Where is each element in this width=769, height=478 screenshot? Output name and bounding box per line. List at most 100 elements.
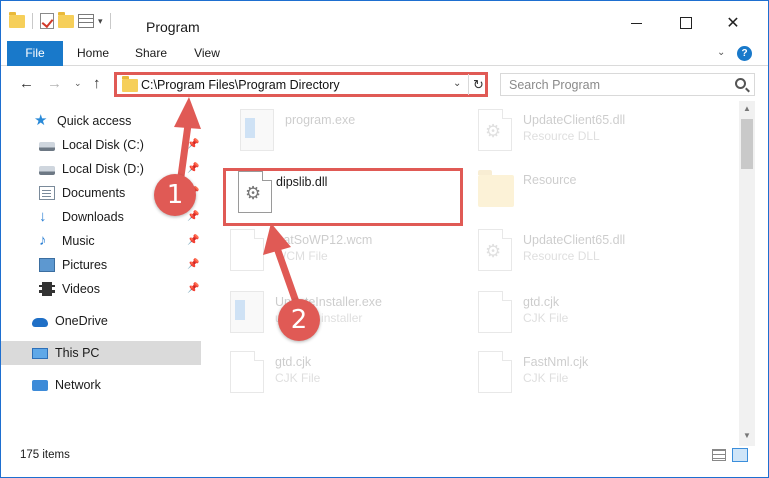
- large-icons-view-icon[interactable]: [732, 448, 748, 462]
- window-title: Program: [146, 19, 200, 35]
- file-name: BatSoWP12.wcm: [275, 233, 373, 247]
- sidebar-item-label: Documents: [62, 186, 126, 200]
- sidebar-item-network[interactable]: Network: [1, 373, 201, 397]
- step-2-marker: 2: [278, 299, 320, 341]
- file-item[interactable]: FastNml.cjk CJK File: [454, 345, 694, 401]
- highlight-box: [223, 168, 463, 226]
- file-type: WCM File: [275, 249, 328, 263]
- sidebar-item-label: OneDrive: [55, 314, 108, 328]
- exe-icon: [240, 109, 274, 151]
- customize-toolbar-dropdown[interactable]: ▾: [98, 16, 103, 27]
- dll-gear-icon: [478, 109, 512, 151]
- file-icon: [478, 351, 512, 393]
- pin-icon[interactable]: 📌: [187, 139, 199, 150]
- scroll-down-arrow-icon[interactable]: ▼: [743, 431, 751, 440]
- sidebar-item-onedrive[interactable]: OneDrive: [1, 309, 201, 333]
- details-view-icon[interactable]: [712, 449, 726, 461]
- quick-access-toolbar: ▾: [9, 11, 114, 31]
- tab-home[interactable]: Home: [69, 41, 117, 66]
- exe-icon: [230, 291, 264, 333]
- file-item[interactable]: UpdateClient65.dll Resource DLL: [454, 223, 694, 279]
- disk-icon: [39, 166, 55, 175]
- close-button[interactable]: ✕: [723, 13, 743, 33]
- file-item[interactable]: BatSoWP12.wcm WCM File: [206, 223, 446, 279]
- sidebar-item-label: Local Disk (D:): [62, 162, 144, 176]
- cloud-icon: [32, 318, 48, 327]
- sidebar-item-this-pc[interactable]: This PC: [1, 341, 201, 365]
- file-icon: [478, 291, 512, 333]
- tab-file[interactable]: File: [7, 41, 63, 66]
- folder-icon: [478, 170, 514, 207]
- file-item[interactable]: program.exe: [216, 103, 456, 159]
- minimize-button[interactable]: [626, 13, 646, 33]
- title-bar: ▾ Program ✕: [1, 1, 768, 41]
- new-folder-icon[interactable]: [58, 11, 74, 28]
- file-item[interactable]: gtd.cjk CJK File: [206, 345, 446, 401]
- pin-icon[interactable]: 📌: [187, 211, 199, 222]
- pin-icon[interactable]: 📌: [187, 235, 199, 246]
- download-icon: ↓: [39, 208, 47, 225]
- sidebar-item-label: Network: [55, 378, 101, 392]
- step-1-marker: 1: [154, 174, 196, 216]
- file-name: gtd.cjk: [523, 295, 560, 309]
- ribbon-tabs: File Home Share View ⌄ ?: [1, 41, 768, 66]
- videos-icon: [39, 282, 55, 296]
- file-name: gtd.cjk: [275, 355, 312, 369]
- properties-check-icon[interactable]: [40, 13, 54, 29]
- scroll-up-arrow-icon[interactable]: ▲: [743, 104, 751, 113]
- file-type: CJK File: [523, 371, 569, 385]
- sidebar-item-label: Quick access: [57, 114, 132, 128]
- refresh-button[interactable]: ↻: [468, 74, 488, 95]
- file-type: CJK File: [275, 371, 321, 385]
- pin-icon[interactable]: 📌: [187, 259, 199, 270]
- expand-ribbon-chevron-icon[interactable]: ⌄: [717, 47, 725, 58]
- recent-locations-dropdown[interactable]: ⌄: [74, 78, 82, 89]
- maximize-button[interactable]: [676, 13, 696, 33]
- address-bar[interactable]: C:\Program Files\Program Directory ⌄ ↻: [114, 72, 488, 97]
- sidebar-item-label: Local Disk (C:): [62, 138, 144, 152]
- file-name: Resource: [523, 173, 577, 187]
- scrollbar-thumb[interactable]: [741, 119, 753, 169]
- file-item[interactable]: UpdateClient65.dll Resource DLL: [454, 103, 694, 159]
- file-item[interactable]: Resource: [454, 163, 694, 219]
- sidebar-item-music[interactable]: ♪ Music 📌: [1, 229, 201, 253]
- search-input[interactable]: Search Program: [500, 73, 755, 96]
- help-icon[interactable]: ?: [737, 46, 752, 61]
- pictures-icon: [39, 258, 55, 272]
- tab-share[interactable]: Share: [129, 41, 173, 66]
- sidebar-item-pictures[interactable]: Pictures 📌: [1, 253, 201, 277]
- file-item[interactable]: gtd.cjk CJK File: [454, 285, 694, 341]
- file-type: Resource DLL: [523, 129, 600, 143]
- status-bar: 175 items: [1, 446, 768, 464]
- customize-view-icon[interactable]: [78, 14, 94, 28]
- search-placeholder: Search Program: [509, 78, 601, 92]
- address-path[interactable]: C:\Program Files\Program Directory: [141, 78, 340, 92]
- sidebar-item-label: Downloads: [62, 210, 124, 224]
- sidebar-item-videos[interactable]: Videos 📌: [1, 277, 201, 301]
- dll-gear-icon: [478, 229, 512, 271]
- forward-button[interactable]: →: [47, 75, 62, 92]
- pin-icon[interactable]: 📌: [187, 283, 199, 294]
- sidebar-item-local-disk-c[interactable]: Local Disk (C:) 📌: [1, 133, 201, 157]
- folder-icon: [9, 11, 25, 28]
- disk-icon: [39, 142, 55, 151]
- explorer-window: ▾ Program ✕ File Home Share View ⌄ ? ← →…: [0, 0, 769, 478]
- star-icon: ★: [34, 112, 48, 129]
- file-type: Resource DLL: [523, 249, 600, 263]
- back-button[interactable]: ←: [19, 75, 34, 92]
- tab-view[interactable]: View: [185, 41, 229, 66]
- sidebar-item-quick-access[interactable]: ★ Quick access: [1, 109, 201, 133]
- search-icon: [735, 78, 746, 89]
- file-type: CJK File: [523, 311, 569, 325]
- file-icon: [230, 351, 264, 393]
- navigation-bar: ← → ⌄ ↑ C:\Program Files\Program Directo…: [1, 67, 768, 101]
- documents-icon: [39, 186, 55, 200]
- file-item[interactable]: UpdateInstaller.exe updates installer: [206, 285, 446, 341]
- up-button[interactable]: ↑: [93, 75, 101, 92]
- file-icon: [230, 229, 264, 271]
- pin-icon[interactable]: 📌: [187, 163, 199, 174]
- vertical-scrollbar[interactable]: ▲ ▼: [739, 101, 755, 446]
- folder-icon: [122, 76, 138, 92]
- address-dropdown-chevron-icon[interactable]: ⌄: [453, 78, 461, 89]
- file-list: program.exe UpdateClient65.dll Resource …: [206, 101, 739, 438]
